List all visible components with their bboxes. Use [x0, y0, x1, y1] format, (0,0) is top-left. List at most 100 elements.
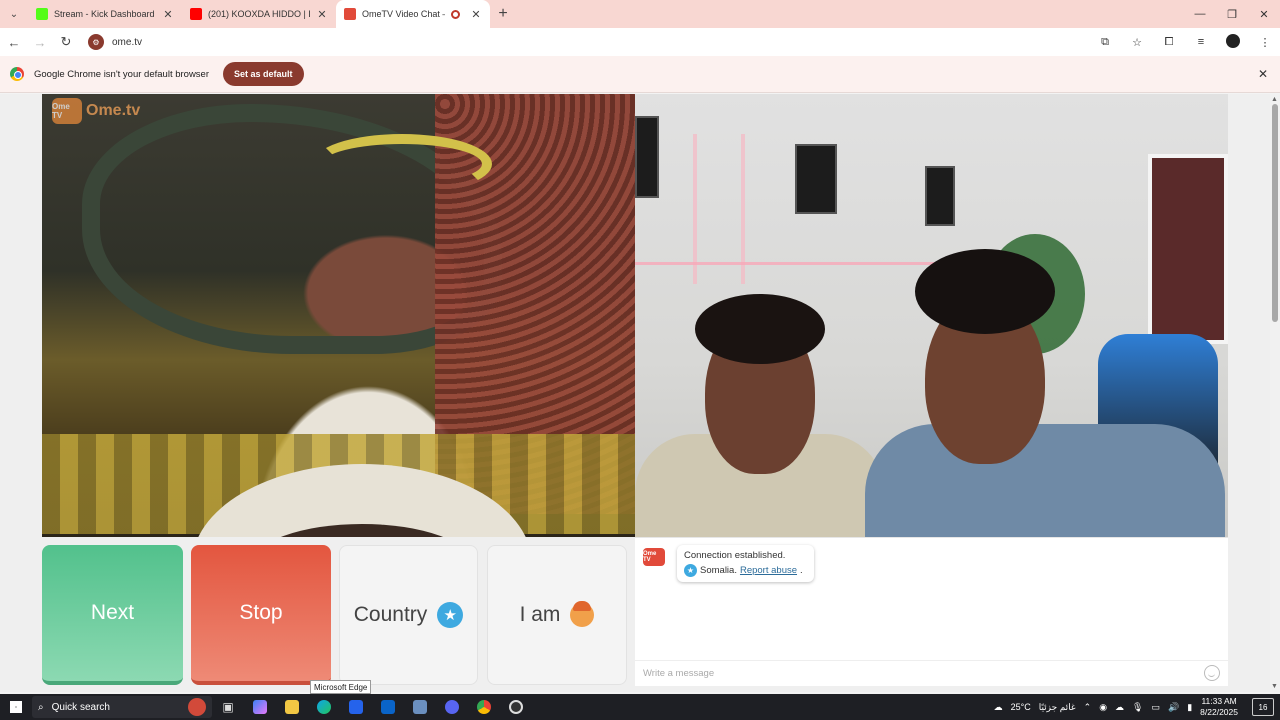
toolbar-actions: ⧉ ☆ ⧠ ≡ ⋮	[1094, 30, 1276, 54]
scroll-down-icon[interactable]: ▼	[1271, 683, 1278, 690]
url-text[interactable]: ome.tv	[112, 37, 142, 48]
volume-icon[interactable]: 🔊	[1168, 702, 1179, 713]
close-window-icon[interactable]: ✕	[1248, 0, 1280, 28]
partner-info: ★ Somalia. Report abuse.	[684, 564, 807, 577]
default-browser-infobar: Google Chrome isn't your default browser…	[0, 56, 1280, 93]
tray-chevron-icon[interactable]: ⌃	[1084, 702, 1092, 713]
taskbar-tooltip: Microsoft Edge	[310, 680, 372, 694]
edge-icon[interactable]	[308, 694, 340, 720]
omnibox[interactable]: ⚙ ome.tv	[88, 31, 142, 53]
scroll-up-icon[interactable]: ▲	[1271, 96, 1278, 103]
windows-taskbar: ⌕ Quick search ▣ ☁ 25°C غائم جزئيًا ⌃ ◉ …	[0, 694, 1280, 720]
country-star-icon: ★	[684, 564, 697, 577]
tv-icon: Ome TV	[52, 98, 82, 124]
country-label: Country	[353, 603, 428, 626]
scroll-thumb[interactable]	[1272, 104, 1278, 322]
recording-icon	[451, 9, 460, 19]
chrome-taskbar-icon[interactable]	[468, 694, 500, 720]
set-as-default-button[interactable]: Set as default	[223, 62, 304, 86]
tab-close-icon[interactable]: ✕	[470, 8, 482, 21]
file-explorer-icon[interactable]	[276, 694, 308, 720]
cloud-icon[interactable]: ☁	[1115, 702, 1124, 713]
kick-favicon-icon	[36, 8, 48, 20]
report-abuse-link[interactable]: Report abuse	[740, 565, 797, 576]
infobar-message: Google Chrome isn't your default browser	[34, 68, 210, 80]
monitor-app-icon[interactable]	[404, 694, 436, 720]
system-tray: ☁ 25°C غائم جزئيًا ⌃ ◉ ☁ 🎙 ▭ 🔊 ▮ 11:33 A…	[994, 694, 1280, 720]
store-icon[interactable]	[340, 694, 372, 720]
message-input[interactable]: Write a message	[635, 660, 1228, 686]
new-tab-button[interactable]: +	[490, 5, 516, 23]
weather-text: غائم جزئيًا	[1038, 701, 1076, 712]
tab-search-chevron-icon[interactable]: ⌄	[0, 0, 28, 28]
country-button[interactable]: Country ★	[339, 545, 478, 685]
clock-date: 8/22/2025	[1200, 707, 1238, 717]
clock-time: 11:33 AM	[1201, 696, 1237, 706]
profile-avatar[interactable]	[1222, 33, 1244, 51]
search-highlight-icon	[188, 698, 206, 716]
chrome-logo-icon	[10, 67, 24, 81]
mic-icon[interactable]: 🎙	[1132, 702, 1143, 713]
menu-kebab-icon[interactable]: ⋮	[1254, 36, 1276, 49]
weather-temp[interactable]: 25°C	[1011, 702, 1031, 712]
minimize-icon[interactable]: —	[1184, 0, 1216, 28]
system-message: Connection established. ★ Somalia. Repor…	[677, 545, 814, 582]
remote-video-feed	[635, 94, 1228, 537]
taskbar-search[interactable]: ⌕ Quick search	[32, 696, 212, 718]
connection-status: Connection established.	[684, 550, 786, 561]
tab-close-icon[interactable]: ✕	[162, 8, 174, 21]
partner-country: Somalia.	[700, 565, 737, 576]
forward-icon[interactable]: →	[28, 30, 52, 54]
search-label: Quick search	[51, 701, 110, 713]
toolbar: ← → ↻ ⚙ ome.tv ⧉ ☆ ⧠ ≡ ⋮	[0, 28, 1280, 56]
gender-button[interactable]: I am	[487, 545, 627, 685]
stop-button[interactable]: Stop	[191, 545, 331, 685]
clock[interactable]: 11:33 AM 8/22/2025	[1200, 696, 1238, 718]
stop-label: Stop	[239, 601, 283, 624]
tab-youtube[interactable]: (201) KOOXDA HIDDO | DALXO ✕	[182, 0, 336, 28]
tab-kick-dashboard[interactable]: Stream - Kick Dashboard ✕	[28, 0, 182, 28]
battery-icon[interactable]: ▮	[1187, 702, 1192, 713]
emoji-icon[interactable]	[1204, 665, 1220, 681]
ometv-watermark-logo: Ome TV Ome.tv	[52, 98, 140, 124]
search-icon: ⌕	[38, 701, 44, 713]
next-label: Next	[90, 601, 135, 624]
start-button[interactable]	[0, 694, 32, 720]
local-video-feed	[42, 94, 635, 537]
network-icon[interactable]: ▭	[1151, 702, 1160, 713]
bookmark-star-icon[interactable]: ☆	[1126, 36, 1148, 49]
window-controls: — ❐ ✕	[1184, 0, 1280, 28]
tab-close-icon[interactable]: ✕	[316, 8, 328, 21]
site-info-icon[interactable]: ⚙	[88, 34, 104, 50]
chat-panel: Ome TV Connection established. ★ Somalia…	[635, 537, 1228, 686]
restore-icon[interactable]: ❐	[1216, 0, 1248, 28]
obs-icon[interactable]	[500, 694, 532, 720]
star-icon: ★	[437, 602, 464, 628]
tab-title: OmeTV Video Chat — Ome	[362, 9, 445, 19]
app-tray-icon[interactable]: ◉	[1099, 702, 1107, 713]
next-button[interactable]: Next	[42, 545, 183, 685]
infobar-close-icon[interactable]: ✕	[1258, 67, 1268, 81]
iam-label: I am	[519, 603, 561, 626]
task-view-icon[interactable]: ▣	[212, 694, 244, 720]
reload-icon[interactable]: ↻	[54, 30, 78, 54]
youtube-favicon-icon	[190, 8, 202, 20]
outlook-icon[interactable]	[372, 694, 404, 720]
weather-icon: ☁	[993, 701, 1003, 712]
ometv-favicon-icon	[344, 8, 356, 20]
discord-icon[interactable]	[436, 694, 468, 720]
media-controls-icon[interactable]: ≡	[1190, 36, 1212, 48]
tab-title: (201) KOOXDA HIDDO | DALXO	[208, 9, 310, 19]
tab-title: Stream - Kick Dashboard	[54, 9, 155, 19]
windows-logo-icon	[10, 701, 22, 713]
page-scrollbar[interactable]: ▲ ▼	[1270, 94, 1280, 692]
boy-avatar-icon	[570, 601, 595, 627]
watermark-text: Ome.tv	[86, 102, 141, 119]
install-app-icon[interactable]: ⧉	[1094, 36, 1116, 49]
notifications-badge[interactable]: 16	[1252, 698, 1274, 716]
tab-ometv[interactable]: OmeTV Video Chat — Ome ✕	[336, 0, 490, 28]
copilot-icon[interactable]	[244, 694, 276, 720]
tab-strip: ⌄ Stream - Kick Dashboard ✕ (201) KOOXDA…	[0, 0, 1280, 28]
back-icon[interactable]: ←	[2, 30, 26, 54]
extensions-icon[interactable]: ⧠	[1158, 36, 1180, 49]
